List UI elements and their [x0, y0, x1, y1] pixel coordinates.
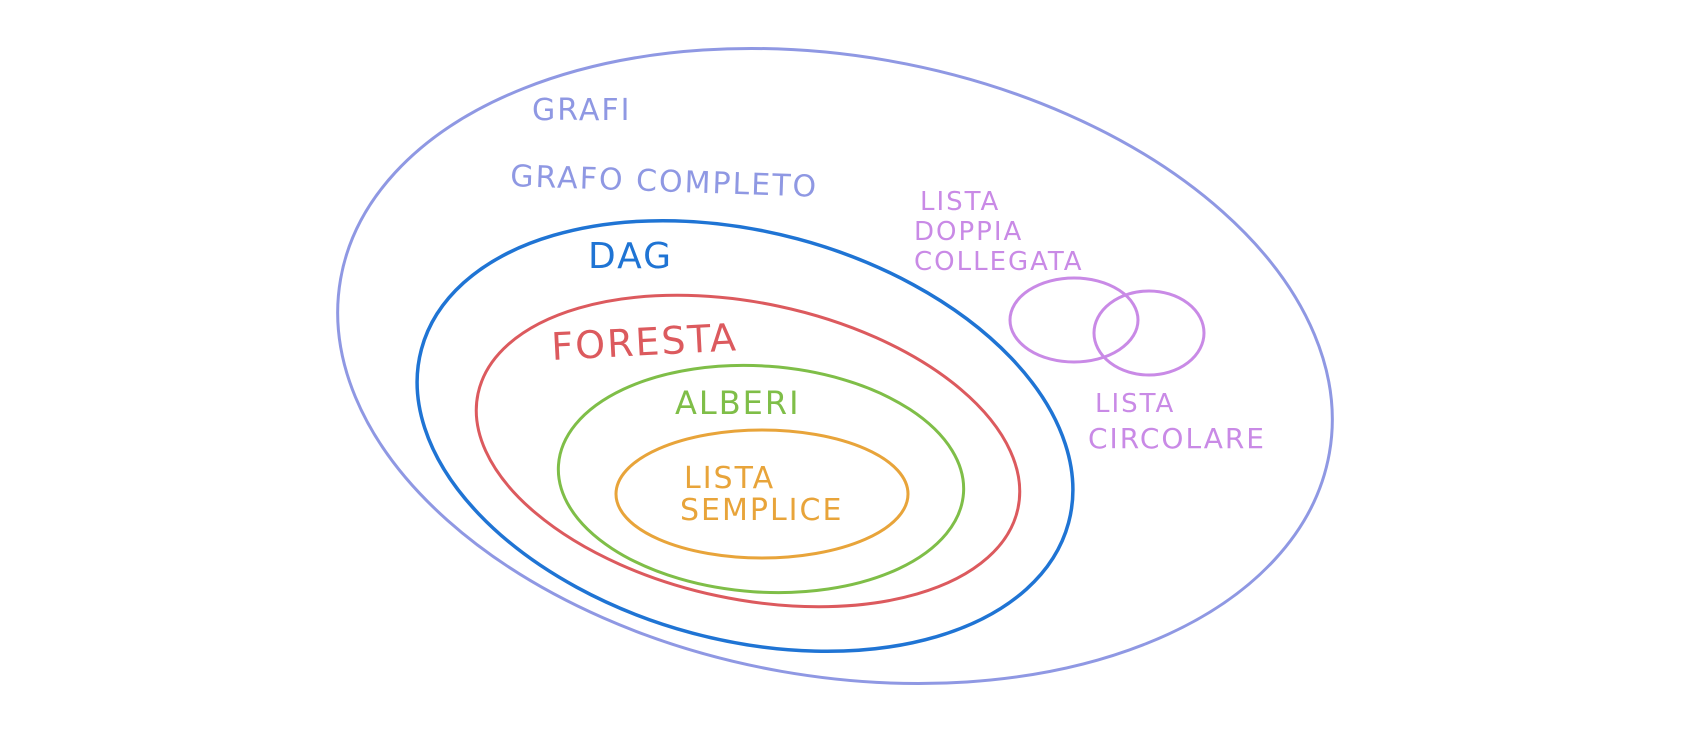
dag-label: DAG [588, 236, 673, 277]
lista-semplice-label-line1: LISTA [684, 461, 775, 496]
alberi-label: ALBERI [675, 384, 801, 422]
lista-doppia-label-line2: DOPPIA [914, 217, 1023, 247]
lista-circolare-circle [1092, 289, 1206, 377]
lista-doppia-circle [1008, 276, 1140, 364]
lista-doppia-label-line3: COLLEGATA [914, 247, 1084, 277]
grafo-completo-label: GRAFO COMPLETO [510, 159, 819, 205]
lista-circolare-label-line2: CIRCOLARE [1088, 422, 1266, 455]
grafi-set-ellipse [336, 47, 1334, 685]
lista-doppia-label-line1: LISTA [920, 187, 1000, 217]
sets-diagram: GRAFI GRAFO COMPLETO DAG FORESTA ALBERI … [336, 47, 1334, 685]
grafi-label: GRAFI [532, 93, 632, 128]
foresta-label: FORESTA [550, 315, 739, 369]
lista-semplice-label-line2: SEMPLICE [680, 493, 843, 528]
lista-circolare-label-line1: LISTA [1095, 389, 1175, 419]
